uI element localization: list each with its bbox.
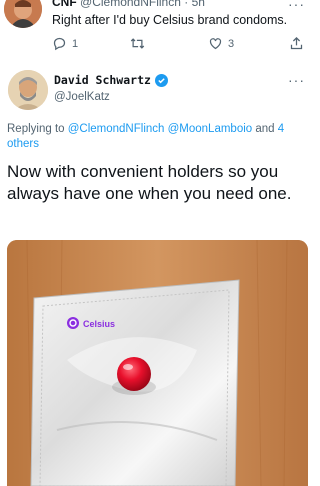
replying-to: Replying to @ClemondNFlinch @MoonLamboio…	[7, 122, 307, 152]
author-avatar[interactable]	[8, 70, 48, 110]
parent-action-bar: 1 3	[52, 36, 307, 54]
parent-time[interactable]: 5h	[192, 0, 205, 9]
like-button[interactable]: 3	[208, 36, 234, 51]
author-name-row[interactable]: David Schwartz	[54, 73, 168, 87]
like-count: 3	[228, 37, 235, 50]
replying-connector: and	[252, 123, 278, 135]
tweet-more-icon[interactable]: ···	[288, 72, 305, 88]
author-block: David Schwartz @JoelKatz	[54, 73, 168, 103]
tweet-text: Now with convenient holders so you alway…	[7, 162, 292, 203]
parent-author-handle[interactable]: @ClemondNFlinch	[80, 0, 181, 9]
parent-tweet-header: CNF @ClemondNFlinch · 5h	[52, 0, 205, 9]
share-icon	[290, 36, 303, 50]
parent-more-icon[interactable]: ···	[288, 0, 305, 12]
replying-users-link[interactable]: @ClemondNFlinch @MoonLamboio	[68, 123, 252, 135]
parent-separator: ·	[184, 0, 189, 9]
reply-count: 1	[72, 37, 79, 50]
parent-tweet-text: Right after I'd buy Celsius brand condom…	[52, 13, 288, 27]
retweet-icon	[130, 38, 145, 49]
share-button[interactable]	[289, 36, 304, 51]
parent-author-name[interactable]: CNF	[52, 0, 77, 9]
celsius-logo-text: Celsius	[83, 319, 115, 329]
tweet-image[interactable]: Celsius	[7, 240, 308, 486]
replying-prefix: Replying to	[7, 123, 68, 135]
reply-icon	[53, 37, 66, 51]
verified-badge-icon	[154, 73, 168, 87]
author-handle[interactable]: @JoelKatz	[54, 91, 168, 103]
like-icon	[209, 38, 222, 50]
author-name[interactable]: David Schwartz	[54, 73, 151, 87]
parent-avatar[interactable]	[4, 0, 42, 28]
reply-button[interactable]: 1	[52, 36, 78, 51]
retweet-button[interactable]	[129, 36, 151, 51]
